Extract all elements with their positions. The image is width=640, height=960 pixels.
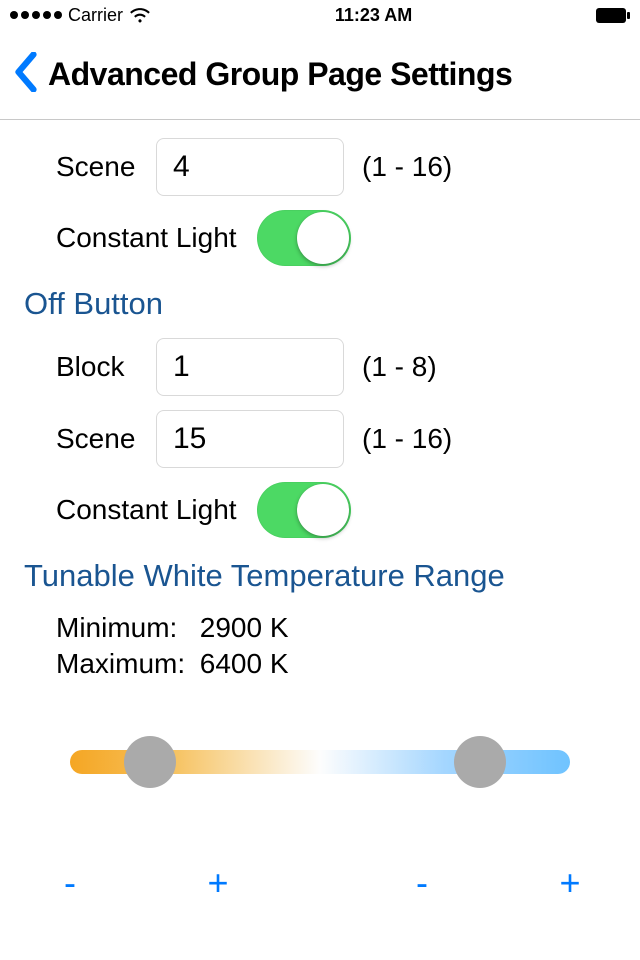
off-scene-label: Scene xyxy=(56,423,142,455)
fine-adjust-max: - + xyxy=(402,862,590,904)
off-block-value: 1 xyxy=(173,350,190,384)
off-constant-light-row: Constant Light xyxy=(56,482,616,538)
status-bar: Carrier 11:23 AM xyxy=(0,0,640,30)
off-scene-row: Scene 15 (1 - 16) xyxy=(56,410,616,468)
off-block-range-hint: (1 - 8) xyxy=(362,351,437,383)
minimum-label: Minimum: xyxy=(56,610,192,646)
max-decrease-button[interactable]: - xyxy=(402,862,442,904)
back-button[interactable] xyxy=(0,52,48,97)
scene-label: Scene xyxy=(56,151,142,183)
status-time: 11:23 AM xyxy=(335,5,412,26)
scene-range-hint: (1 - 16) xyxy=(362,151,452,183)
constant-light-row-top: Constant Light xyxy=(56,210,616,266)
signal-strength-icon xyxy=(10,11,62,19)
constant-light-label: Constant Light xyxy=(56,222,237,254)
chevron-left-icon xyxy=(14,52,38,92)
scene-row-top: Scene 4 (1 - 16) xyxy=(56,138,616,196)
nav-bar: Advanced Group Page Settings xyxy=(0,30,640,120)
status-right xyxy=(596,8,630,23)
fine-adjust-min: - + xyxy=(50,862,238,904)
off-button-header: Off Button xyxy=(24,286,616,322)
slider-thumb-max[interactable] xyxy=(454,736,506,788)
off-scene-value: 15 xyxy=(173,422,206,456)
off-constant-light-switch[interactable] xyxy=(257,482,351,538)
temperature-range-slider[interactable] xyxy=(70,736,570,788)
min-increase-button[interactable]: + xyxy=(198,862,238,904)
max-increase-button[interactable]: + xyxy=(550,862,590,904)
off-block-stepper[interactable]: 1 xyxy=(156,338,344,396)
tunable-white-header: Tunable White Temperature Range xyxy=(24,558,616,594)
off-constant-light-label: Constant Light xyxy=(56,494,237,526)
carrier-label: Carrier xyxy=(68,5,123,26)
minimum-value: 2900 K xyxy=(200,612,289,643)
constant-light-switch[interactable] xyxy=(257,210,351,266)
off-scene-range-hint: (1 - 16) xyxy=(362,423,452,455)
page-title: Advanced Group Page Settings xyxy=(48,56,512,93)
slider-thumb-min[interactable] xyxy=(124,736,176,788)
switch-knob xyxy=(297,484,349,536)
off-block-row: Block 1 (1 - 8) xyxy=(56,338,616,396)
off-scene-stepper[interactable]: 15 xyxy=(156,410,344,468)
temperature-readout: Minimum: 2900 K Maximum: 6400 K xyxy=(56,610,616,682)
scene-stepper[interactable]: 4 xyxy=(156,138,344,196)
status-left: Carrier xyxy=(10,5,151,26)
maximum-value: 6400 K xyxy=(200,648,289,679)
wifi-icon xyxy=(129,7,151,23)
switch-knob xyxy=(297,212,349,264)
off-block-label: Block xyxy=(56,351,142,383)
battery-icon xyxy=(596,8,630,23)
scene-value: 4 xyxy=(173,150,190,184)
min-decrease-button[interactable]: - xyxy=(50,862,90,904)
fine-adjust-row: - + - + xyxy=(50,862,590,904)
maximum-label: Maximum: xyxy=(56,646,192,682)
content: Scene 4 (1 - 16) Constant Light Off Butt… xyxy=(0,120,640,904)
